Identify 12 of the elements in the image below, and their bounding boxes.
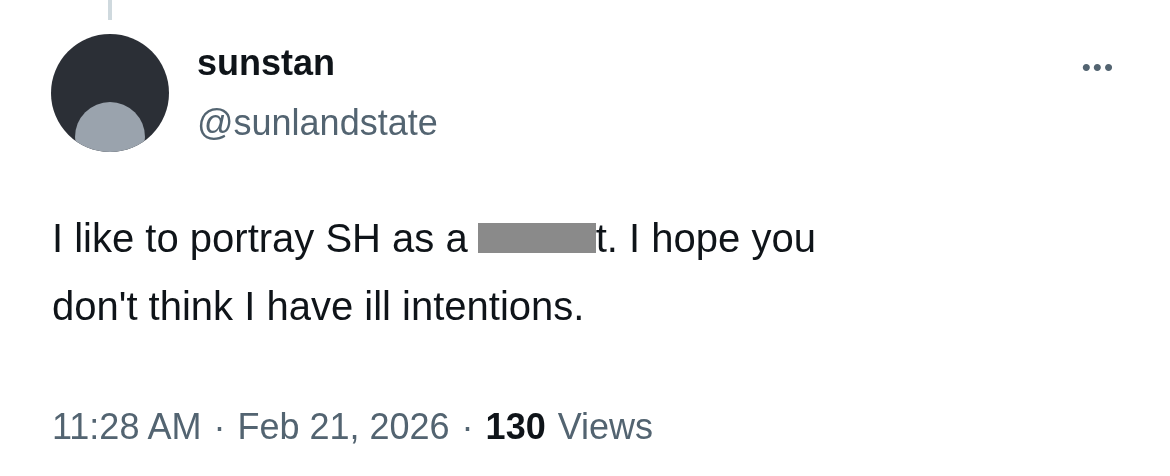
separator-dot: · (213, 405, 226, 449)
views-count: 130 (485, 405, 546, 449)
post-text: I like to portray SH as a (52, 215, 468, 262)
more-button[interactable]: ••• (1081, 48, 1115, 87)
post-text: t. I hope you (595, 215, 816, 262)
post-time[interactable]: 11:28 AM (52, 400, 202, 454)
separator-dot: · (461, 405, 474, 449)
display-name[interactable]: sunstan (197, 40, 1082, 86)
post-date[interactable]: Feb 21, 2026 (237, 400, 450, 454)
post-text: don't think I have ill intentions. (52, 283, 586, 330)
views-label: Views (557, 405, 654, 449)
user-handle[interactable]: @sunlandstate (197, 100, 1082, 146)
